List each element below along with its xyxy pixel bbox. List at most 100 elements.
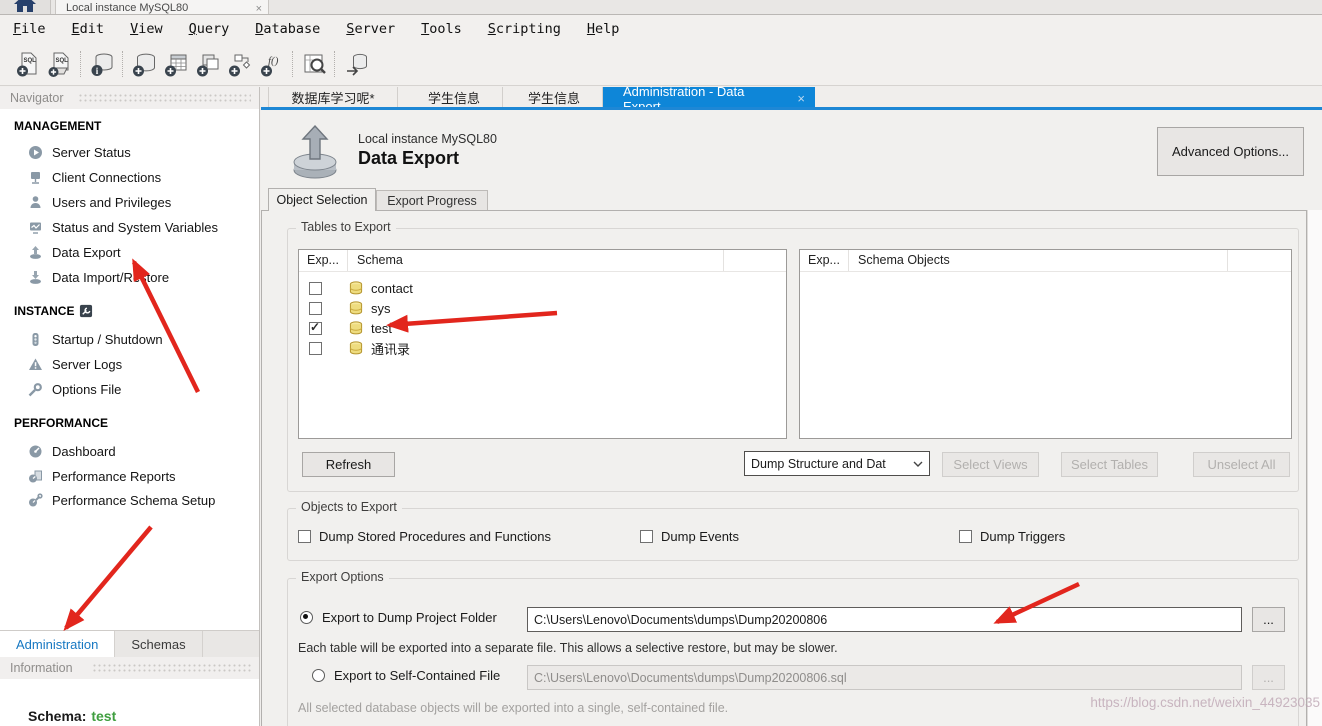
data-export-page: Local instance MySQL80 Data Export Advan… [261,110,1322,726]
checkbox[interactable] [640,530,653,543]
menu-help[interactable]: Help [574,21,633,37]
menu-edit[interactable]: Edit [59,21,118,37]
schema-row-contacts-cn[interactable]: 通讯录 [299,338,786,358]
menu-database[interactable]: Database [242,21,333,37]
dashboard-icon [28,444,43,459]
radio-button[interactable] [300,611,313,624]
sidebar-item-options-file[interactable]: Options File [0,378,259,400]
close-icon[interactable]: × [797,91,805,106]
create-view-icon[interactable] [192,48,224,80]
doc-tab-student-info-2[interactable]: 学生信息 [506,87,603,107]
sidebar-item-dashboard[interactable]: Dashboard [0,440,259,462]
schema-row-sys[interactable]: sys [299,298,786,318]
select-views-button[interactable]: Select Views [942,452,1039,477]
new-sql-tab-icon[interactable]: SQL [12,48,44,80]
section-instance: INSTANCE [14,302,93,320]
page-title: Data Export [358,148,459,169]
column-export[interactable]: Exp... [808,253,840,267]
radio-label: Export to Self-Contained File [334,668,500,683]
tab-export-progress[interactable]: Export Progress [376,190,488,211]
dump-triggers-checkbox[interactable]: Dump Triggers [959,529,1065,544]
sidebar-item-startup-shutdown[interactable]: Startup / Shutdown [0,328,259,350]
menu-tools[interactable]: Tools [408,21,475,37]
select-tables-button[interactable]: Select Tables [1061,452,1158,477]
radio-button[interactable] [312,669,325,682]
dump-events-checkbox[interactable]: Dump Events [640,529,739,544]
column-schema-objects[interactable]: Schema Objects [858,253,950,267]
information-header: Information [0,657,259,679]
checkbox[interactable] [959,530,972,543]
information-schema-line: Schema:test [28,708,116,724]
mysql-workbench-window: Local instance MySQL80 × File Edit View … [0,0,1322,726]
instance-wrench-icon [79,304,93,318]
create-procedure-icon[interactable] [224,48,256,80]
close-icon[interactable]: × [256,3,262,15]
sidebar-item-server-status[interactable]: Server Status [0,141,259,163]
performance-reports-icon [28,469,43,484]
schema-objects-list[interactable]: Exp... Schema Objects [799,249,1292,439]
menu-server[interactable]: Server [333,21,408,37]
sidebar-item-data-import[interactable]: Data Import/Restore [0,266,259,288]
checkbox-label: Dump Triggers [980,529,1065,544]
doc-tab-student-info-1[interactable]: 学生信息 [406,87,503,107]
column-schema[interactable]: Schema [357,253,403,267]
schema-row-contact[interactable]: contact [299,278,786,298]
sidebar-item-server-logs[interactable]: Server Logs [0,353,259,375]
section-management: MANAGEMENT [14,117,101,135]
advanced-options-button[interactable]: Advanced Options... [1157,127,1304,176]
navigator-header-label: Navigator [10,91,64,105]
objects-to-export-group: Objects to Export Dump Stored Procedures… [287,508,1299,561]
menu-file[interactable]: File [0,21,59,37]
menu-scripting[interactable]: Scripting [475,21,574,37]
sidebar-item-performance-schema-setup[interactable]: Performance Schema Setup [0,489,259,511]
toolbar-separator [292,51,294,77]
tab-schemas[interactable]: Schemas [115,631,202,657]
export-checkbox[interactable] [309,322,322,335]
export-checkbox[interactable] [309,302,322,315]
schema-list[interactable]: Exp... Schema contact [298,249,787,439]
tab-object-selection[interactable]: Object Selection [268,188,376,211]
dump-stored-procedures-checkbox[interactable]: Dump Stored Procedures and Functions [298,529,551,544]
sidebar-item-status-variables[interactable]: Status and System Variables [0,216,259,238]
column-export[interactable]: Exp... [307,253,339,267]
search-table-data-icon[interactable] [298,48,330,80]
tab-administration[interactable]: Administration [0,631,115,657]
sidebar-item-data-export[interactable]: Data Export [0,241,259,263]
dump-type-value: Dump Structure and Dat [751,457,886,471]
unselect-all-button[interactable]: Unselect All [1193,452,1290,477]
schema-icon [349,321,363,335]
self-contained-path-input[interactable] [527,665,1242,690]
create-function-icon[interactable]: f() [256,48,288,80]
refresh-button[interactable]: Refresh [302,452,395,477]
checkbox[interactable] [298,530,311,543]
schema-objects-header: Exp... Schema Objects [800,250,1291,272]
connection-window-tab[interactable]: Local instance MySQL80 × [55,0,269,14]
browse-folder-button[interactable]: ... [1252,607,1285,632]
toolbar-separator [80,51,82,77]
scroll-gutter[interactable] [1307,210,1322,726]
tables-to-export-label: Tables to Export [296,220,396,234]
home-tab[interactable] [0,0,51,14]
create-schema-icon[interactable] [128,48,160,80]
export-self-contained-radio[interactable]: Export to Self-Contained File [312,668,500,683]
reconnect-server-icon[interactable] [340,48,372,80]
export-checkbox[interactable] [309,282,322,295]
schema-inspector-icon[interactable]: i [86,48,118,80]
export-to-dump-folder-radio[interactable]: Export to Dump Project Folder [300,610,497,625]
doc-tab-database-study[interactable]: 数据库学习呢* [268,87,398,107]
export-checkbox[interactable] [309,342,322,355]
server-logs-icon [28,357,43,372]
dump-folder-path-input[interactable] [527,607,1242,632]
menu-view[interactable]: View [117,21,176,37]
menu-query[interactable]: Query [176,21,243,37]
schema-row-test[interactable]: test [299,318,786,338]
sidebar-item-performance-reports[interactable]: Performance Reports [0,465,259,487]
open-sql-script-icon[interactable]: SQL [44,48,76,80]
data-import-icon [28,270,43,285]
sidebar-item-client-connections[interactable]: Client Connections [0,166,259,188]
create-table-icon[interactable] [160,48,192,80]
svg-text:SQL: SQL [55,58,68,64]
sidebar-item-users-privileges[interactable]: Users and Privileges [0,191,259,213]
browse-file-button[interactable]: ... [1252,665,1285,690]
dump-type-dropdown[interactable]: Dump Structure and Dat [744,451,930,476]
